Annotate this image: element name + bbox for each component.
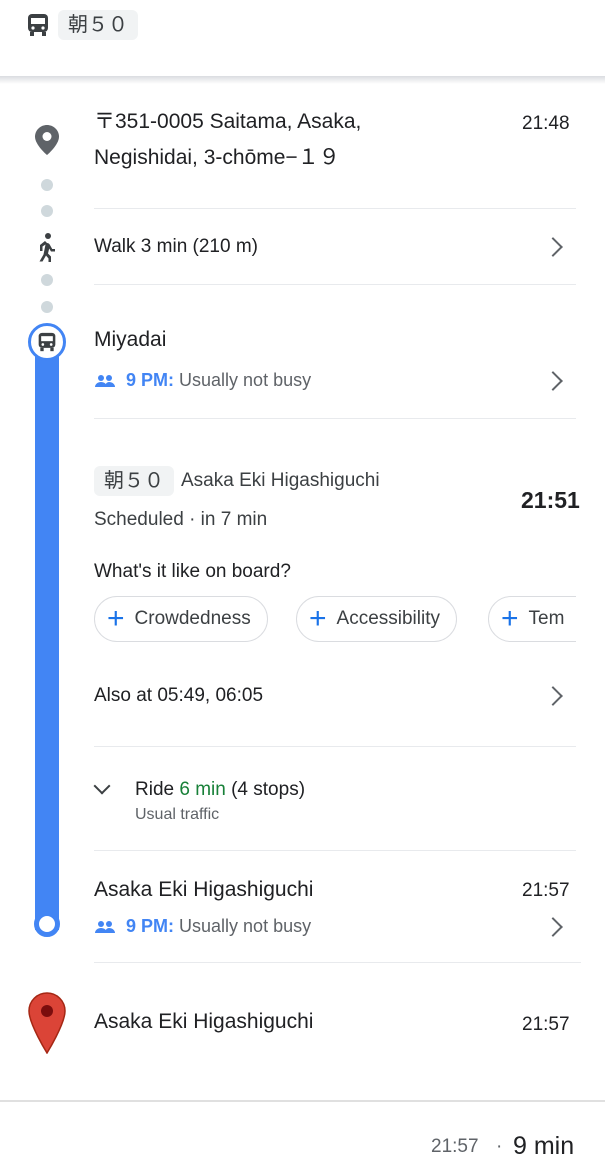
onboard-pills: + Crowdedness + Accessibility + Tem bbox=[94, 596, 576, 644]
destination-name: Asaka Eki Higashiguchi bbox=[94, 1010, 314, 1033]
last-stop-row[interactable]: Asaka Eki Higashiguchi 21:57 9 PM: Usual… bbox=[94, 856, 576, 956]
separator-dot: · bbox=[496, 1136, 503, 1157]
bus-headsign: Asaka Eki Higashiguchi bbox=[181, 470, 380, 491]
walk-label: Walk 3 min (210 m) bbox=[94, 236, 258, 257]
destination-pin-icon bbox=[28, 992, 66, 1054]
bus-stop-marker bbox=[28, 323, 66, 361]
first-stop-busy-time: 9 PM: bbox=[126, 370, 175, 390]
divider bbox=[94, 418, 576, 419]
accessibility-label: Accessibility bbox=[336, 608, 441, 629]
timeline-dot bbox=[41, 205, 53, 217]
bus-scheduled: Scheduled · in 7 min bbox=[94, 509, 268, 530]
crowdedness-button[interactable]: + Crowdedness bbox=[94, 596, 268, 642]
location-pin-icon bbox=[35, 125, 59, 155]
temperature-label: Tem bbox=[528, 608, 565, 629]
people-icon bbox=[95, 374, 115, 387]
divider bbox=[94, 962, 581, 963]
crowdedness-label: Crowdedness bbox=[134, 608, 251, 629]
last-stop-time: 21:57 bbox=[522, 880, 570, 901]
last-stop-busy-time: 9 PM: bbox=[126, 916, 175, 936]
also-at-label: Also at 05:49, 06:05 bbox=[94, 685, 264, 706]
ride-prefix: Ride bbox=[135, 779, 180, 800]
ride-traffic: Usual traffic bbox=[135, 806, 220, 823]
plus-icon: + bbox=[309, 602, 327, 635]
plus-icon: + bbox=[501, 602, 519, 635]
arrival-time: 21:57 bbox=[431, 1136, 479, 1157]
origin-address: 〒351-0005 Saitama, Asaka, Negishidai, 3-… bbox=[94, 104, 514, 176]
chevron-right-icon bbox=[543, 686, 563, 706]
first-stop-busy: 9 PM: Usually not busy bbox=[94, 370, 311, 391]
top-bar-shadow bbox=[0, 76, 605, 84]
divider bbox=[94, 746, 576, 747]
end-stop-marker bbox=[34, 911, 60, 937]
chevron-right-icon bbox=[543, 917, 563, 937]
chevron-right-icon bbox=[543, 237, 563, 257]
also-at-row[interactable]: Also at 05:49, 06:05 bbox=[94, 660, 576, 730]
temperature-button[interactable]: + Tem bbox=[488, 596, 576, 642]
bus-icon bbox=[38, 332, 56, 352]
bottom-summary-bar: 21:57 · 9 min bbox=[0, 1100, 605, 1168]
onboard-question: What's it like on board? bbox=[94, 561, 291, 582]
plus-icon: + bbox=[107, 602, 125, 635]
timeline-dot bbox=[41, 179, 53, 191]
ride-duration: 6 min bbox=[179, 779, 226, 800]
people-icon bbox=[95, 920, 115, 933]
timeline-dot bbox=[41, 274, 53, 286]
route-chip: 朝５０ bbox=[58, 10, 138, 40]
divider bbox=[94, 208, 576, 209]
last-stop-busy-text: Usually not busy bbox=[179, 916, 312, 936]
divider bbox=[94, 850, 576, 851]
bus-depart-time: 21:51 bbox=[521, 487, 580, 513]
first-stop-row[interactable]: Miyadai 9 PM: Usually not busy bbox=[94, 290, 576, 416]
bus-icon bbox=[28, 14, 48, 36]
ride-row[interactable]: Ride 6 min (4 stops) Usual traffic bbox=[93, 760, 576, 840]
ride-stops: (4 stops) bbox=[225, 779, 306, 800]
origin-address-line1: 〒351-0005 Saitama, Asaka, bbox=[94, 110, 362, 133]
first-stop-busy-text: Usually not busy bbox=[179, 370, 312, 390]
last-stop-busy: 9 PM: Usually not busy bbox=[94, 916, 311, 937]
walk-row[interactable]: Walk 3 min (210 m) bbox=[94, 210, 576, 284]
accessibility-button[interactable]: + Accessibility bbox=[296, 596, 458, 642]
walk-icon bbox=[39, 233, 55, 262]
chevron-down-icon bbox=[93, 777, 111, 795]
timeline-dot bbox=[41, 301, 53, 313]
origin-address-line2: Negishidai, 3-chōme−１９ bbox=[94, 146, 340, 169]
first-stop-name: Miyadai bbox=[94, 328, 167, 351]
origin-time: 21:48 bbox=[522, 113, 570, 134]
bus-route-chip: 朝５０ bbox=[94, 466, 174, 496]
last-stop-name: Asaka Eki Higashiguchi bbox=[94, 878, 314, 901]
transit-line bbox=[35, 345, 59, 930]
divider bbox=[94, 284, 576, 285]
chevron-right-icon bbox=[543, 371, 563, 391]
ride-summary: Ride 6 min (4 stops) bbox=[135, 779, 305, 801]
total-duration: 9 min bbox=[513, 1132, 575, 1160]
destination-time: 21:57 bbox=[522, 1014, 570, 1035]
top-bar: 朝５０ bbox=[0, 0, 605, 78]
